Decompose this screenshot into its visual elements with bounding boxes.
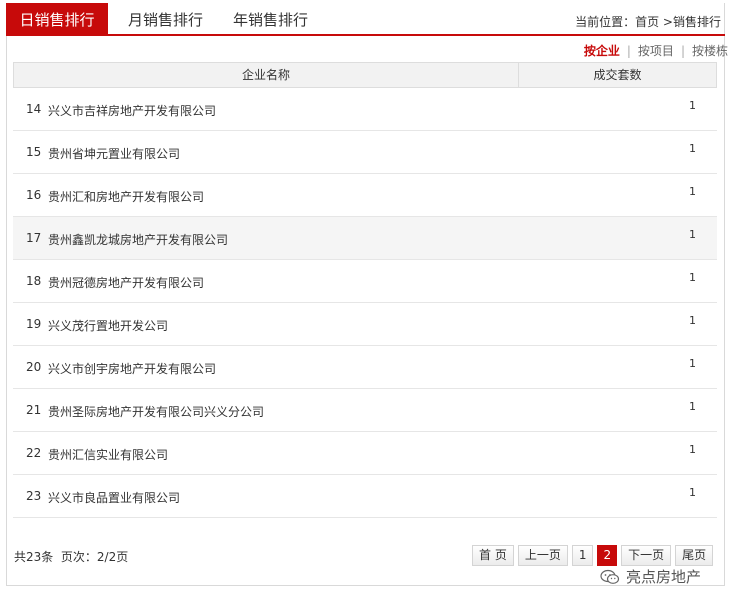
ranking-table: 企业名称 成交套数 14 兴义市吉祥房地产开发有限公司 1 15 贵州省坤元置业… — [13, 62, 717, 518]
row-rank: 16 — [26, 188, 42, 202]
filter-separator: | — [626, 44, 631, 58]
row-rank: 23 — [26, 489, 42, 503]
filter-by-project[interactable]: 按项目 — [638, 44, 674, 58]
page-indicator: 页次：2/2页 — [60, 550, 129, 564]
tab-monthly-ranking[interactable]: 月销售排行 — [128, 3, 203, 35]
row-rank: 21 — [26, 403, 42, 417]
table-row: 15 贵州省坤元置业有限公司 1 — [13, 131, 717, 174]
row-rank: 14 — [26, 102, 42, 116]
breadcrumb-home-link[interactable]: 首页 — [635, 15, 659, 29]
ranking-filters: 按企业 | 按项目 | 按楼栋 — [584, 42, 728, 59]
column-header-company-name: 企业名称 — [14, 63, 519, 87]
row-deal-count: 1 — [689, 443, 696, 456]
filter-by-building[interactable]: 按楼栋 — [692, 44, 728, 58]
next-page-button[interactable]: 下一页 — [621, 545, 672, 566]
breadcrumb: 当前位置：首页 >销售排行 — [575, 13, 721, 30]
row-deal-count: 1 — [689, 486, 696, 499]
table-row: 22 贵州汇信实业有限公司 1 — [13, 432, 717, 475]
row-rank: 15 — [26, 145, 42, 159]
table-row: 17 贵州鑫凯龙城房地产开发有限公司 1 — [13, 217, 717, 260]
table-row: 14 兴义市吉祥房地产开发有限公司 1 — [13, 88, 717, 131]
tab-daily-ranking[interactable]: 日销售排行 — [6, 3, 108, 35]
breadcrumb-prefix: 当前位置： — [575, 15, 636, 29]
row-company-name[interactable]: 贵州汇信实业有限公司 — [48, 446, 168, 463]
row-company-name[interactable]: 贵州汇和房地产开发有限公司 — [48, 188, 204, 205]
ranking-tabs: 日销售排行 月销售排行 年销售排行 当前位置：首页 >销售排行 — [6, 3, 725, 36]
pagination-info: 共23条 页次：2/2页 — [14, 548, 128, 565]
row-company-name[interactable]: 贵州冠德房地产开发有限公司 — [48, 274, 204, 291]
table-row: 23 兴义市良品置业有限公司 1 — [13, 475, 717, 518]
total-count: 共23条 — [14, 550, 54, 564]
watermark: 亮点房地产 — [600, 566, 701, 587]
filter-separator: | — [680, 44, 685, 58]
row-deal-count: 1 — [689, 357, 696, 370]
row-rank: 20 — [26, 360, 42, 374]
wechat-icon — [600, 569, 620, 585]
column-header-deal-count: 成交套数 — [593, 68, 642, 82]
row-deal-count: 1 — [689, 185, 696, 198]
row-deal-count: 1 — [689, 228, 696, 241]
table-row: 16 贵州汇和房地产开发有限公司 1 — [13, 174, 717, 217]
row-rank: 18 — [26, 274, 42, 288]
table-header: 企业名称 成交套数 — [13, 62, 717, 88]
row-company-name[interactable]: 贵州省坤元置业有限公司 — [48, 145, 180, 162]
pagination: 首 页 上一页 1 2 下一页 尾页 — [472, 545, 714, 566]
row-deal-count: 1 — [689, 99, 696, 112]
last-page-button[interactable]: 尾页 — [675, 545, 714, 566]
breadcrumb-current: 销售排行 — [672, 15, 721, 29]
row-company-name[interactable]: 兴义茂行置地开发公司 — [48, 317, 168, 334]
table-row: 21 贵州圣际房地产开发有限公司兴义分公司 1 — [13, 389, 717, 432]
row-rank: 19 — [26, 317, 42, 331]
row-deal-count: 1 — [689, 142, 696, 155]
row-rank: 22 — [26, 446, 42, 460]
watermark-text: 亮点房地产 — [626, 568, 702, 586]
row-company-name[interactable]: 兴义市吉祥房地产开发有限公司 — [48, 102, 216, 119]
row-company-name[interactable]: 贵州圣际房地产开发有限公司兴义分公司 — [48, 403, 264, 420]
page-1-button[interactable]: 1 — [571, 545, 594, 566]
filter-by-company[interactable]: 按企业 — [584, 44, 620, 58]
tab-yearly-ranking[interactable]: 年销售排行 — [233, 3, 308, 35]
row-deal-count: 1 — [689, 400, 696, 413]
row-company-name[interactable]: 贵州鑫凯龙城房地产开发有限公司 — [48, 231, 228, 248]
table-row: 20 兴义市创宇房地产开发有限公司 1 — [13, 346, 717, 389]
row-company-name[interactable]: 兴义市创宇房地产开发有限公司 — [48, 360, 216, 377]
row-company-name[interactable]: 兴义市良品置业有限公司 — [48, 489, 180, 506]
prev-page-button[interactable]: 上一页 — [517, 545, 568, 566]
row-deal-count: 1 — [689, 271, 696, 284]
page-2-button[interactable]: 2 — [597, 545, 618, 566]
row-rank: 17 — [26, 231, 42, 245]
first-page-button[interactable]: 首 页 — [472, 545, 514, 566]
table-row: 19 兴义茂行置地开发公司 1 — [13, 303, 717, 346]
row-deal-count: 1 — [689, 314, 696, 327]
table-row: 18 贵州冠德房地产开发有限公司 1 — [13, 260, 717, 303]
breadcrumb-separator: > — [659, 15, 673, 29]
